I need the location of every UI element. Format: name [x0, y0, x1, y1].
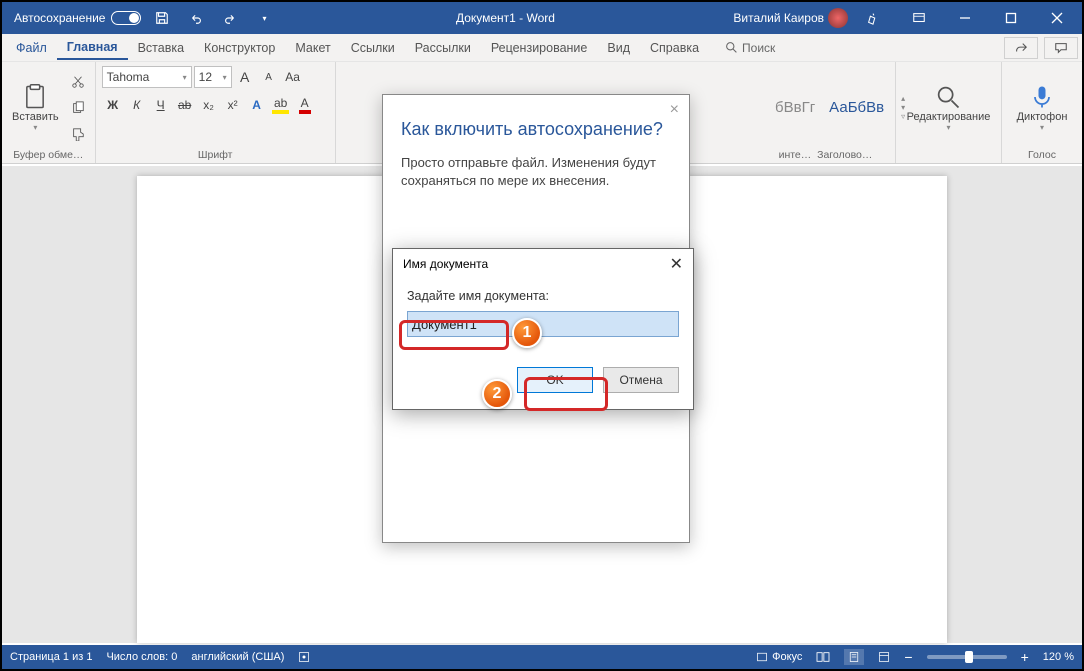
tab-home[interactable]: Главная [57, 36, 128, 60]
status-words[interactable]: Число слов: 0 [106, 651, 177, 663]
voice-group-label: Голос [1008, 149, 1076, 163]
tab-references[interactable]: Ссылки [341, 37, 405, 59]
qat-dropdown-icon[interactable]: ▾ [251, 6, 277, 30]
popup-title: Как включить автосохранение? [401, 119, 671, 140]
ribbon-tabs: Файл Главная Вставка Конструктор Макет С… [2, 34, 1082, 62]
user-name[interactable]: Виталий Каиров [733, 11, 824, 25]
copy-icon[interactable] [67, 97, 89, 119]
paste-label: Вставить [12, 111, 59, 123]
macro-icon[interactable] [298, 651, 310, 663]
web-layout-icon[interactable] [878, 651, 890, 663]
status-language[interactable]: английский (США) [191, 651, 284, 663]
style-item-2[interactable]: АаБбВв [822, 94, 891, 121]
zoom-in-button[interactable]: + [1021, 649, 1029, 665]
font-family-combo[interactable]: Tahoma▾ [102, 66, 192, 88]
clipboard-group-label: Буфер обме… [8, 149, 89, 163]
paste-button[interactable]: Вставить ▾ [8, 83, 63, 132]
bold-button[interactable]: Ж [102, 94, 124, 116]
popup-body: Просто отправьте файл. Изменения будут с… [401, 154, 671, 190]
minimize-button[interactable] [944, 2, 986, 34]
superscript-button[interactable]: x² [222, 94, 244, 116]
font-size-combo[interactable]: 12▾ [194, 66, 232, 88]
autosave-toggle-group[interactable]: Автосохранение [14, 11, 141, 25]
ok-button[interactable]: OK [517, 367, 593, 393]
rename-dialog: Имя документа ✕ Задайте имя документа: O… [392, 248, 694, 410]
status-page[interactable]: Страница 1 из 1 [10, 651, 92, 663]
subscript-button[interactable]: x₂ [198, 94, 220, 116]
undo-icon[interactable] [183, 6, 209, 30]
tab-help[interactable]: Справка [640, 37, 709, 59]
zoom-out-button[interactable]: − [904, 649, 912, 665]
document-name-input[interactable] [407, 311, 679, 337]
style-gallery[interactable]: бВвГг АаБбВв [762, 85, 897, 131]
save-icon[interactable] [149, 6, 175, 30]
close-button[interactable] [1036, 2, 1078, 34]
editing-button[interactable]: Редактирование ▾ [903, 83, 995, 132]
change-case-button[interactable]: Aa [282, 66, 304, 88]
style-item-1[interactable]: бВвГг [768, 94, 822, 121]
italic-button[interactable]: К [126, 94, 148, 116]
tab-review[interactable]: Рецензирование [481, 37, 598, 59]
titlebar: Автосохранение ▾ Документ1 - Word Витали… [2, 2, 1082, 34]
editing-label: Редактирование [907, 111, 991, 123]
dialog-title: Имя документа [403, 257, 488, 271]
app-window: Автосохранение ▾ Документ1 - Word Витали… [0, 0, 1084, 671]
user-avatar[interactable] [828, 8, 848, 28]
document-title: Документ1 - Word [277, 11, 733, 25]
annotation-badge-1: 1 [512, 318, 542, 348]
format-painter-icon[interactable] [67, 123, 89, 145]
tab-layout[interactable]: Макет [285, 37, 340, 59]
text-effects-button[interactable]: A [246, 94, 268, 116]
comments-button[interactable] [1044, 37, 1078, 59]
search-icon [725, 41, 738, 54]
cancel-button[interactable]: Отмена [603, 367, 679, 393]
shrink-font-button[interactable]: A [258, 66, 280, 88]
search-button[interactable]: Поиск [725, 41, 775, 55]
dictate-button[interactable]: Диктофон ▾ [1013, 83, 1072, 132]
zoom-level[interactable]: 120 % [1043, 651, 1074, 663]
cut-icon[interactable] [67, 71, 89, 93]
clipboard-group: Вставить ▾ Буфер обме… [2, 62, 96, 163]
editing-group: Редактирование ▾ [896, 62, 1002, 163]
dialog-prompt: Задайте имя документа: [407, 289, 679, 303]
maximize-button[interactable] [990, 2, 1032, 34]
highlight-button[interactable]: ab [270, 94, 292, 116]
annotation-badge-2: 2 [482, 379, 512, 409]
strike-button[interactable]: ab [174, 94, 196, 116]
tab-design[interactable]: Конструктор [194, 37, 285, 59]
search-icon [934, 83, 962, 111]
search-label: Поиск [742, 41, 775, 55]
tab-mailings[interactable]: Рассылки [405, 37, 481, 59]
notes-icon[interactable] [852, 2, 894, 34]
underline-button[interactable]: Ч [150, 94, 172, 116]
tab-view[interactable]: Вид [597, 37, 640, 59]
status-bar: Страница 1 из 1 Число слов: 0 английский… [2, 645, 1082, 669]
dialog-close-icon[interactable]: ✕ [670, 254, 683, 274]
ribbon-display-icon[interactable] [898, 2, 940, 34]
autosave-toggle[interactable] [111, 11, 141, 25]
font-group-label: Шрифт [102, 149, 329, 163]
clipboard-icon [21, 83, 49, 111]
print-layout-icon[interactable] [844, 649, 864, 665]
read-mode-icon[interactable] [816, 651, 830, 663]
autosave-label: Автосохранение [14, 11, 105, 25]
voice-group: Диктофон ▾ Голос [1002, 62, 1082, 163]
mic-icon [1028, 83, 1056, 111]
zoom-slider[interactable] [927, 655, 1007, 659]
tab-file[interactable]: Файл [6, 37, 57, 59]
tab-insert[interactable]: Вставка [128, 37, 194, 59]
focus-mode[interactable]: Фокус [756, 651, 802, 663]
dictate-label: Диктофон [1017, 111, 1068, 123]
styles-group: бВвГг АаБбВв ▴▾▿ инте… Заголово… [756, 62, 896, 163]
share-button[interactable] [1004, 37, 1038, 59]
font-color-button[interactable]: A [294, 94, 316, 116]
grow-font-button[interactable]: A [234, 66, 256, 88]
popup-close-icon[interactable]: × [670, 101, 679, 119]
font-group: Tahoma▾ 12▾ A A Aa Ж К Ч ab x₂ x² A ab A [96, 62, 336, 163]
redo-icon[interactable] [217, 6, 243, 30]
